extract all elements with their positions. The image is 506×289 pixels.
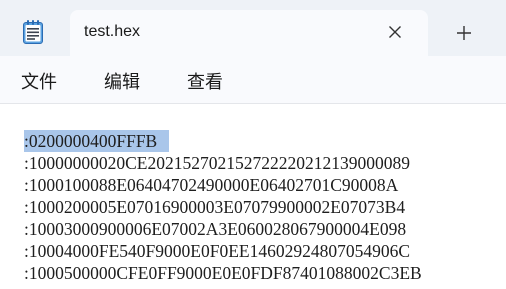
- notepad-window: test.hex 文件 编辑 查看 :0200000400FFFB :10000…: [0, 0, 506, 289]
- menu-edit[interactable]: 编辑: [104, 68, 140, 94]
- tab-title: test.hex: [84, 23, 141, 40]
- plus-icon[interactable]: [452, 21, 476, 45]
- tab-test-hex[interactable]: test.hex: [70, 10, 428, 56]
- text-line-selected[interactable]: :0200000400FFFB: [24, 130, 170, 152]
- text-line[interactable]: :10004000FE540F9000E0F0EE146029248070549…: [24, 240, 410, 262]
- text-line[interactable]: :1000100088E06404702490000E06402701C9000…: [24, 174, 398, 196]
- menu-view[interactable]: 查看: [187, 68, 223, 94]
- text-editor[interactable]: :0200000400FFFB :10000000020CE2021527021…: [0, 104, 506, 289]
- tab-strip: test.hex: [0, 0, 506, 56]
- text-line[interactable]: :1000500000CFE0FF9000E0E0FDF87401088002C…: [24, 262, 422, 284]
- text-line[interactable]: :10000000020CE20215270215272222021213900…: [24, 152, 410, 174]
- notepad-icon: [22, 19, 44, 45]
- menu-file[interactable]: 文件: [21, 68, 57, 94]
- close-icon[interactable]: [384, 21, 406, 43]
- text-line[interactable]: :1000200005E07016900003E07079900002E0707…: [24, 196, 405, 218]
- menu-bar: 文件 编辑 查看: [0, 56, 506, 104]
- text-line[interactable]: :10003000900006E07002A3E060028067900004E…: [24, 218, 406, 240]
